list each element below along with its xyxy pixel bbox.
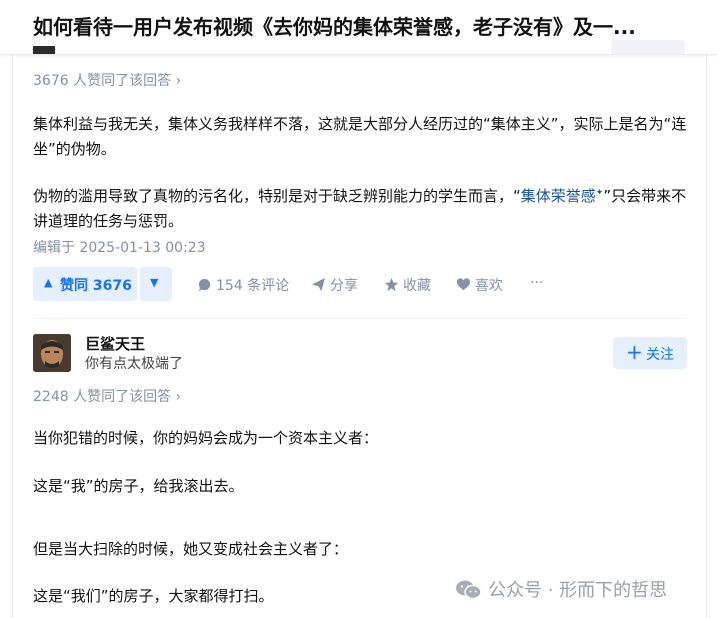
share-label: 分享 [330,278,358,294]
author-name[interactable]: 巨鲨天王 [85,333,145,354]
like-label: 喜欢 [475,278,503,294]
comment-bubble-icon [198,278,211,292]
answer-paragraph: 这是“我”的房子，给我滚出去。 [33,477,244,495]
answer-paragraph: 伪物的滥用导致了真物的污名化，特别是对于缺乏辨别能力的学生而言，“集体荣誉感✦”… [33,181,689,234]
paragraph-text: 伪物的滥用导致了真物的污名化，特别是对于缺乏辨别能力的学生而言，“ [33,187,521,205]
author-bio: 你有点太极端了 [85,356,183,372]
answer-voters[interactable]: 2248 人赞同了该回答 › [33,386,181,406]
downvote-button[interactable]: ▼ [140,267,172,301]
author-portrait-icon [33,334,71,372]
upvote-button[interactable]: ▲ 赞同 3676 [33,267,137,301]
answer-list-frame [12,0,707,618]
avatar[interactable] [33,334,71,372]
comment-label: 154 条评论 [216,278,290,294]
wechat-icon [456,580,482,600]
answer-paragraph: 但是当大扫除的时候，她又变成社会主义者了： [33,540,349,558]
keyword-link[interactable]: 集体荣誉感 [521,187,596,205]
sticky-question-header: 如何看待一用户发布视频《去你妈的集体荣誉感，老子没有》及一... [0,0,717,54]
previous-author-avatar-edge [33,46,55,54]
answer-voters[interactable]: 3676 人赞同了该回答 › [33,70,181,90]
downvote-triangle-icon: ▼ [150,276,159,289]
plus-icon: + [626,340,643,364]
upvote-label: 赞同 3676 [60,278,132,294]
more-options-button[interactable]: ··· [530,275,543,291]
answer-paragraph: 集体利益与我无关，集体义务我样样不落，这就是大部分人经历过的“集体主义”，实际上… [33,115,687,158]
favorite-label: 收藏 [403,278,431,294]
answer-divider [33,318,687,319]
follow-button[interactable]: + 关注 [613,337,687,369]
heart-icon [456,278,471,291]
question-title[interactable]: 如何看待一用户发布视频《去你妈的集体荣誉感，老子没有》及一... [33,12,693,42]
watermark-text: 公众号 · 形而下的哲思 [488,580,668,601]
answer-paragraph: 当你犯错的时候，你的妈妈会成为一个资本主义者： [33,429,379,447]
more-dots-icon: ··· [530,275,544,291]
upvote-triangle-icon: ▲ [44,276,53,289]
answer-action-bar: ▲ 赞同 3676 ▼ 154 条评论 分享 收藏 喜欢 ··· [33,267,693,301]
edit-time: 编辑于 2025-01-13 00:23 [33,240,206,256]
share-paper-plane-icon [311,277,326,292]
hidden-follow-button [611,40,685,54]
star-icon [384,277,399,292]
follow-label: 关注 [646,347,674,363]
